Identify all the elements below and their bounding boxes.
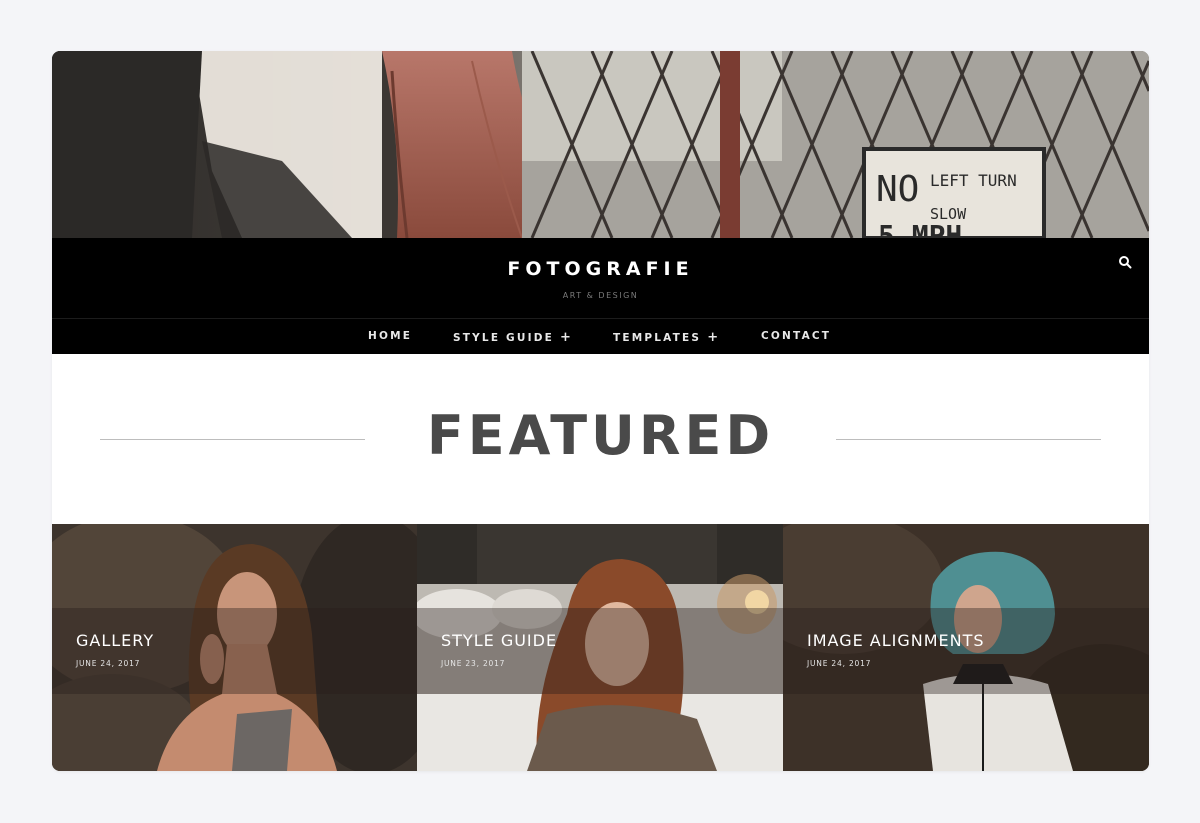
divider-right xyxy=(836,439,1101,440)
card-overlay xyxy=(783,608,1149,694)
card-date: JUNE 23, 2017 xyxy=(441,659,506,668)
featured-card-image-alignments[interactable]: IMAGE ALIGNMENTS JUNE 24, 2017 xyxy=(783,524,1149,771)
main-nav: HOME STYLE GUIDE + TEMPLATES + CONTACT xyxy=(52,318,1149,354)
site-title[interactable]: FOTOGRAFIE xyxy=(52,258,1149,280)
nav-item-label: STYLE GUIDE xyxy=(453,332,554,344)
site-tagline: ART & DESIGN xyxy=(562,291,639,300)
sign-left-turn-text: LEFT TURN xyxy=(930,171,1017,190)
featured-cards: GALLERY JUNE 24, 2017 STYLE GUIDE JUNE 2… xyxy=(52,524,1149,771)
card-title[interactable]: STYLE GUIDE xyxy=(441,631,557,650)
nav-item-label: CONTACT xyxy=(761,330,832,342)
card-title[interactable]: GALLERY xyxy=(76,631,154,650)
nav-item-contact[interactable]: CONTACT xyxy=(761,330,831,342)
search-icon xyxy=(1119,256,1132,269)
featured-section: FEATURED xyxy=(52,354,1149,524)
plus-icon[interactable]: + xyxy=(707,330,718,345)
nav-item-label: TEMPLATES xyxy=(613,332,702,344)
card-date: JUNE 24, 2017 xyxy=(76,659,141,668)
site-header: FOTOGRAFIE ART & DESIGN xyxy=(52,238,1149,318)
search-button[interactable] xyxy=(1117,254,1133,270)
sign-no-text: NO xyxy=(876,169,919,210)
nav-item-style-guide[interactable]: STYLE GUIDE + xyxy=(453,330,571,345)
nav-list: HOME STYLE GUIDE + TEMPLATES + CONTACT xyxy=(52,319,1149,354)
featured-card-gallery[interactable]: GALLERY JUNE 24, 2017 xyxy=(52,524,417,771)
card-overlay xyxy=(417,608,783,694)
featured-heading: FEATURED xyxy=(426,404,775,467)
card-title[interactable]: IMAGE ALIGNMENTS xyxy=(807,631,985,650)
nav-item-templates[interactable]: TEMPLATES + xyxy=(613,330,718,345)
card-date: JUNE 24, 2017 xyxy=(807,659,872,668)
hero-image: NO LEFT TURN SLOW 5 MPH xyxy=(52,51,1149,238)
plus-icon[interactable]: + xyxy=(560,330,571,345)
sign-speed-text: 5 MPH xyxy=(878,219,962,238)
featured-card-style-guide[interactable]: STYLE GUIDE JUNE 23, 2017 xyxy=(417,524,783,771)
card-overlay xyxy=(52,608,417,694)
nav-item-home[interactable]: HOME xyxy=(368,330,412,342)
site-frame: NO LEFT TURN SLOW 5 MPH FOTOGRAFIE ART &… xyxy=(52,51,1149,771)
nav-item-label: HOME xyxy=(368,330,413,342)
